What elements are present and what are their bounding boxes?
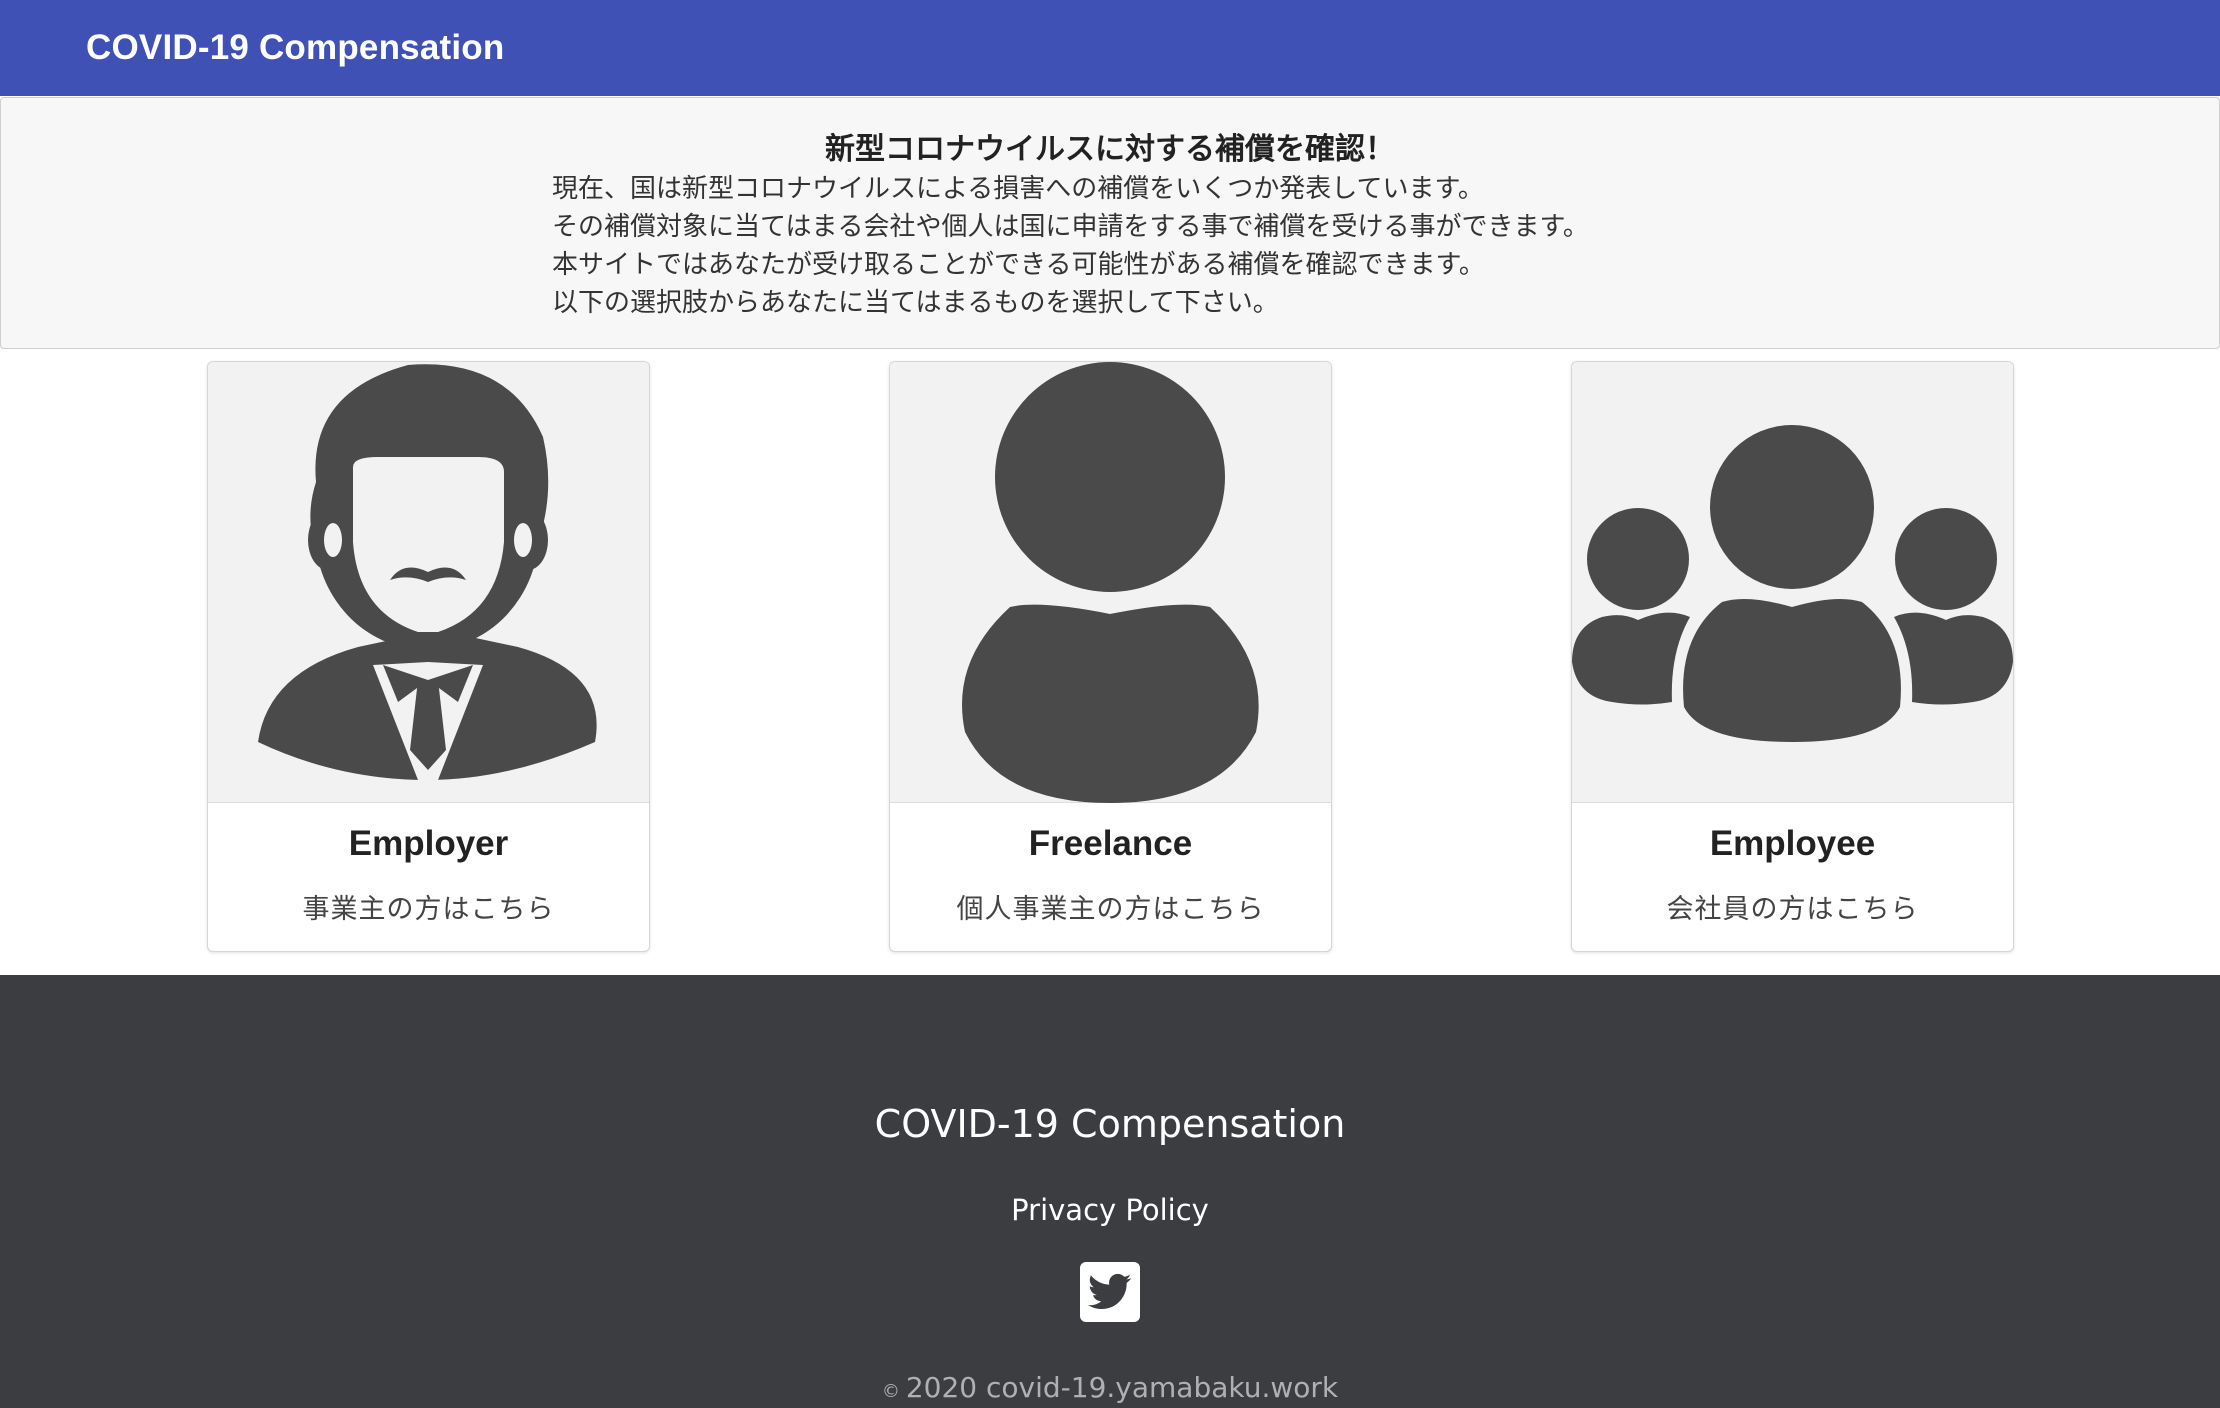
footer-links: Privacy Policy (0, 1193, 2220, 1227)
employer-card[interactable]: Employer 事業主の方はこちら (207, 361, 650, 952)
card-image (208, 362, 649, 803)
card-description: 事業主の方はこちら (302, 894, 555, 925)
intro-panel: 新型コロナウイルスに対する補償を確認！ 現在、国は新型コロナウイルスによる損害へ… (0, 97, 2220, 349)
group-icon (1572, 425, 2013, 742)
businessman-icon (258, 364, 597, 780)
copyright: © 2020 covid-19.yamabaku.work (0, 1371, 2220, 1404)
intro-title: 新型コロナウイルスに対する補償を確認！ (825, 132, 1395, 167)
privacy-policy-link[interactable]: Privacy Policy (1011, 1193, 1209, 1227)
card-description: 個人事業主の方はこちら (956, 894, 1265, 925)
card-title: Employer (348, 824, 509, 863)
card-title: Employee (1709, 824, 1876, 863)
twitter-icon (1088, 1273, 1132, 1310)
brand-link[interactable]: COVID-19 Compensation (86, 28, 504, 68)
intro-text: 現在、国は新型コロナウイルスによる損害への補償をいくつか発表しています。 その補… (552, 170, 1589, 322)
intro-line: 本サイトではあなたが受け取ることができる可能性がある補償を確認できます。 (552, 250, 1485, 280)
footer-title: COVID-19 Compensation (874, 1102, 1346, 1146)
top-navbar: COVID-19 Compensation (0, 0, 2220, 96)
employee-card[interactable]: Employee 会社員の方はこちら (1571, 361, 2014, 952)
intro-line: その補償対象に当てはまる会社や個人は国に申請をする事で補償を受ける事ができます。 (552, 212, 1589, 242)
card-title: Freelance (1028, 824, 1193, 863)
freelance-card[interactable]: Freelance 個人事業主の方はこちら (889, 361, 1332, 952)
copyright-text: 2020 covid-19.yamabaku.work (905, 1371, 1339, 1404)
card-image (1572, 362, 2013, 803)
card-image (890, 362, 1331, 803)
copyright-symbol: © (881, 1381, 900, 1402)
twitter-link[interactable] (1080, 1262, 1140, 1322)
person-icon (962, 362, 1259, 803)
intro-line: 以下の選択肢からあなたに当てはまるものを選択して下さい。 (552, 288, 1279, 318)
intro-line: 現在、国は新型コロナウイルスによる損害への補償をいくつか発表しています。 (552, 174, 1484, 204)
site-footer: COVID-19 Compensation Privacy Policy © 20… (0, 975, 2220, 1408)
card-description: 会社員の方はこちら (1666, 894, 1919, 925)
